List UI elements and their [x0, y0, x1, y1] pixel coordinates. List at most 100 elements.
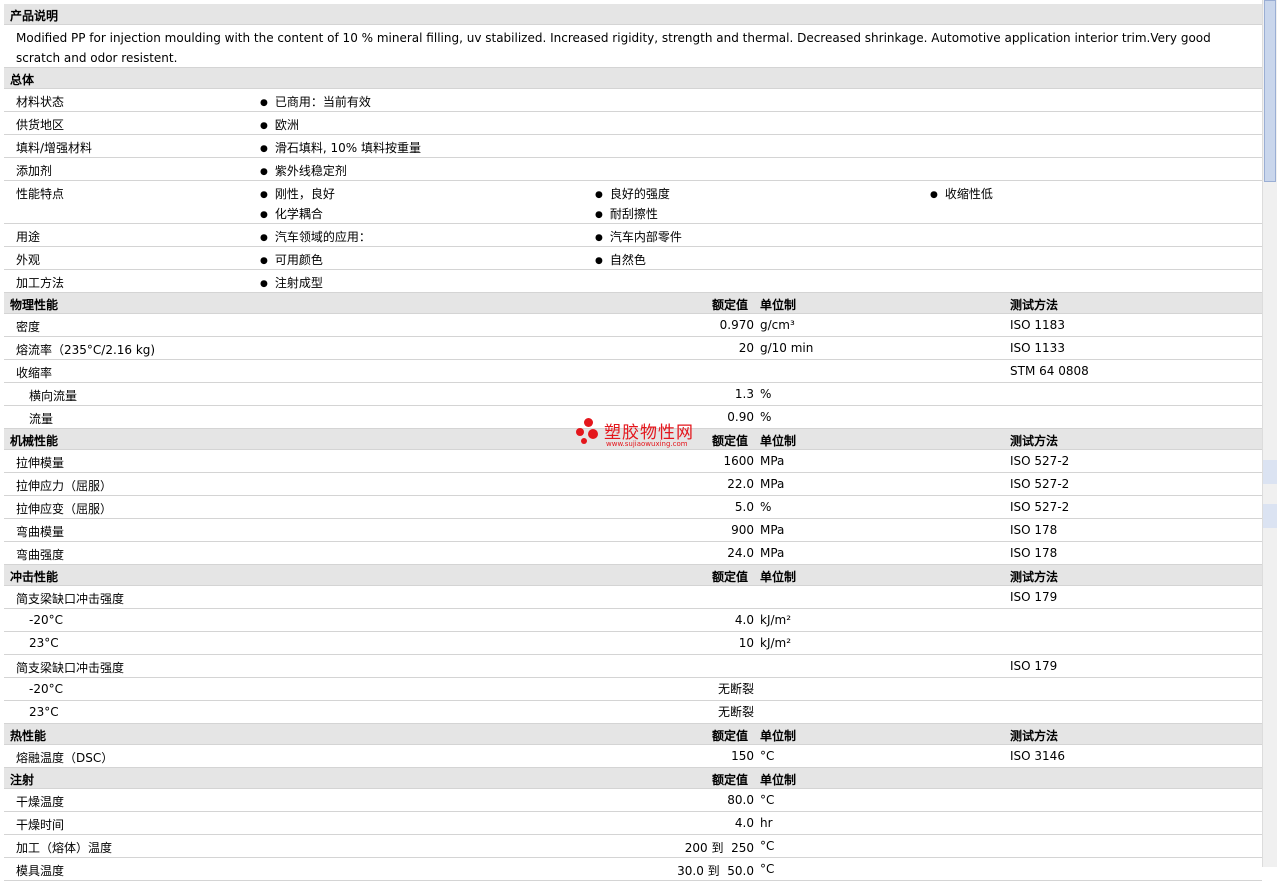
property-label: 拉伸应变（屈服） — [16, 502, 113, 516]
header-unit: 单位制 — [760, 570, 797, 584]
property-row: 熔融温度（DSC） 150 °C ISO 3146 — [4, 745, 1262, 768]
bullet-item: 收缩性低 — [930, 185, 993, 202]
property-label: -20°C — [29, 613, 63, 627]
property-label: 模具温度 — [16, 864, 65, 878]
property-label: 简支梁缺口冲击强度 — [16, 661, 125, 675]
header-method: 测试方法 — [1010, 729, 1059, 743]
property-subrow: 横向流量 1.3 % — [4, 383, 1262, 406]
property-value: 4.0 — [734, 613, 754, 627]
header-value: 额定值 — [712, 434, 749, 448]
property-label: 简支梁缺口冲击强度 — [16, 592, 125, 606]
test-method: ISO 178 — [1010, 546, 1058, 560]
bullet-item: 汽车领域的应用： — [260, 228, 371, 245]
property-value: 无断裂 — [717, 682, 754, 696]
property-label: 23°C — [29, 636, 59, 650]
property-row: 拉伸模量 1600 MPa ISO 527-2 — [4, 450, 1262, 473]
property-value: 30.0 到 50.0 — [677, 864, 754, 878]
property-row: 熔流率（235°C/2.16 kg) 20 g/10 min ISO 1133 — [4, 337, 1262, 360]
header-value: 额定值 — [712, 729, 749, 743]
property-value: 20 — [738, 341, 754, 355]
property-row: 简支梁缺口冲击强度 ISO 179 — [4, 586, 1262, 609]
property-unit: °C — [760, 839, 775, 853]
property-row: 干燥时间 4.0 hr — [4, 812, 1262, 835]
section-title: 注射 — [10, 773, 35, 787]
test-method: ISO 527-2 — [1010, 454, 1070, 468]
bullet-item: 注射成型 — [260, 274, 323, 291]
header-value: 额定值 — [712, 570, 749, 584]
row-label: 供货地区 — [16, 118, 65, 132]
property-value: 0.90 — [727, 410, 754, 424]
property-unit: hr — [760, 816, 773, 830]
property-unit: % — [760, 410, 772, 424]
row-label: 填料/增强材料 — [16, 141, 93, 155]
property-subrow: 流量 0.90 % — [4, 406, 1262, 429]
property-label: 密度 — [16, 320, 41, 334]
property-value: 200 到 250 — [684, 841, 754, 855]
row-label: 性能特点 — [16, 187, 65, 201]
general-row: 加工方法 注射成型 — [4, 270, 1262, 293]
section-header-description: 产品说明 — [4, 4, 1262, 25]
property-label: 流量 — [29, 412, 54, 426]
property-value: 1600 — [723, 454, 754, 468]
property-value: 10 — [738, 636, 754, 650]
description-row: Modified PP for injection moulding with … — [4, 25, 1262, 68]
property-subrow: -20°C 无断裂 — [4, 678, 1262, 701]
property-unit: MPa — [760, 454, 785, 468]
header-method: 测试方法 — [1010, 570, 1059, 584]
section-title: 总体 — [10, 73, 35, 87]
test-method: ISO 1133 — [1010, 341, 1065, 355]
header-unit: 单位制 — [760, 773, 797, 787]
property-row: 拉伸应变（屈服） 5.0 % ISO 527-2 — [4, 496, 1262, 519]
property-row: 简支梁缺口冲击强度 ISO 179 — [4, 655, 1262, 678]
header-method: 测试方法 — [1010, 434, 1059, 448]
property-subrow: 23°C 无断裂 — [4, 701, 1262, 724]
bullet-item: 汽车内部零件 — [595, 228, 682, 245]
section-title: 冲击性能 — [10, 570, 59, 584]
property-unit: % — [760, 387, 772, 401]
header-value: 额定值 — [712, 298, 749, 312]
property-unit: kJ/m² — [760, 613, 792, 627]
section-title: 产品说明 — [10, 9, 59, 23]
row-label: 用途 — [16, 230, 41, 244]
property-row: 弯曲模量 900 MPa ISO 178 — [4, 519, 1262, 542]
property-row: 密度 0.970 g/cm³ ISO 1183 — [4, 314, 1262, 337]
property-unit: °C — [760, 749, 775, 763]
property-label: 熔流率（235°C/2.16 kg) — [16, 343, 156, 357]
property-unit: g/10 min — [760, 341, 814, 355]
row-label: 材料状态 — [16, 95, 65, 109]
property-value: 4.0 — [734, 816, 754, 830]
property-value: 5.0 — [734, 500, 754, 514]
general-row: 填料/增强材料 滑石填料, 10% 填料按重量 — [4, 135, 1262, 158]
row-label: 外观 — [16, 253, 41, 267]
property-label: 干燥时间 — [16, 818, 65, 832]
general-row: 性能特点 刚性，良好 良好的强度 收缩性低 化学耦合 耐刮擦性 — [4, 181, 1262, 224]
property-row: 收缩率 STM 64 0808 — [4, 360, 1262, 383]
property-row: 拉伸应力（屈服） 22.0 MPa ISO 527-2 — [4, 473, 1262, 496]
property-value: 80.0 — [727, 793, 754, 807]
bullet-item: 紫外线稳定剂 — [260, 162, 347, 179]
property-label: 加工（熔体）温度 — [16, 841, 113, 855]
general-row: 材料状态 已商用：当前有效 — [4, 89, 1262, 112]
test-method: STM 64 0808 — [1010, 364, 1089, 378]
property-unit: kJ/m² — [760, 636, 792, 650]
property-unit: MPa — [760, 546, 785, 560]
property-unit: g/cm³ — [760, 318, 795, 332]
property-label: 拉伸应力（屈服） — [16, 479, 113, 493]
header-value: 额定值 — [712, 773, 749, 787]
property-unit: MPa — [760, 523, 785, 537]
property-unit: % — [760, 500, 772, 514]
scrollbar-track-mark — [1263, 460, 1277, 484]
property-label: 弯曲模量 — [16, 525, 65, 539]
vertical-scrollbar[interactable] — [1262, 0, 1277, 867]
section-header-thermal: 热性能 额定值 单位制 测试方法 — [4, 724, 1262, 745]
property-value: 150 — [731, 749, 754, 763]
test-method: ISO 527-2 — [1010, 500, 1070, 514]
bullet-item: 良好的强度 — [595, 185, 670, 202]
bullet-item: 已商用：当前有效 — [260, 93, 371, 110]
bullet-item: 化学耦合 — [260, 205, 323, 222]
property-value: 900 — [731, 523, 754, 537]
property-value: 1.3 — [734, 387, 754, 401]
property-subrow: -20°C 4.0 kJ/m² — [4, 609, 1262, 632]
bullet-item: 欧洲 — [260, 116, 299, 133]
scrollbar-thumb[interactable] — [1264, 0, 1276, 182]
